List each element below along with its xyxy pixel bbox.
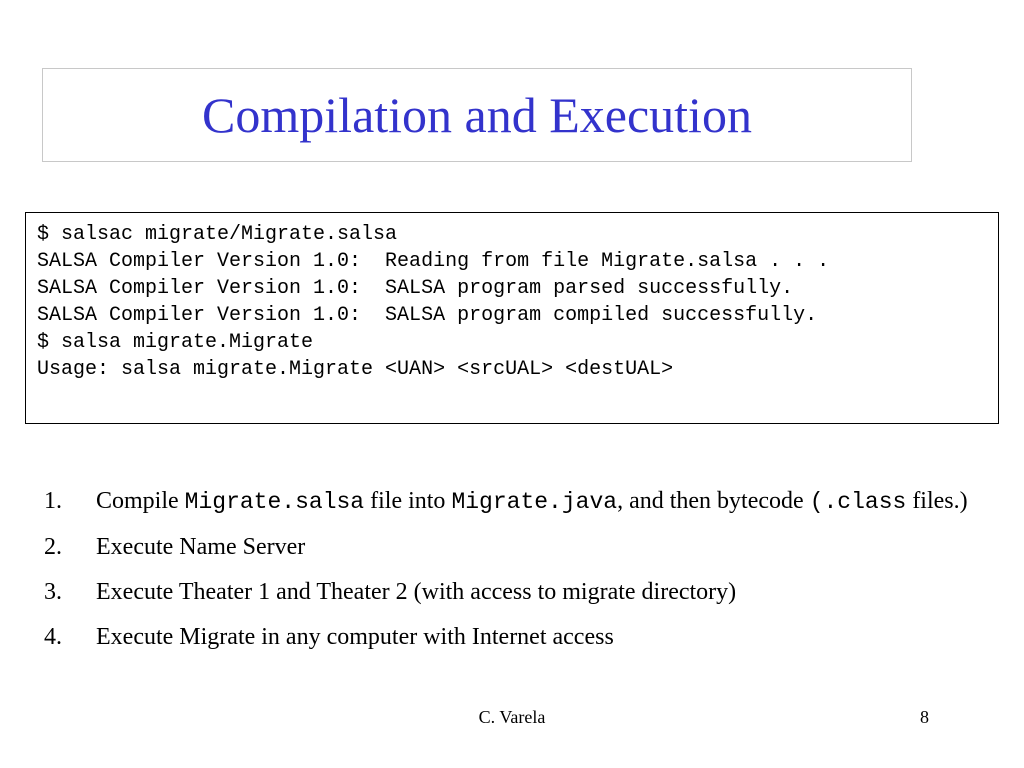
- list-item: 3. Execute Theater 1 and Theater 2 (with…: [44, 575, 984, 609]
- terminal-output-box: $ salsac migrate/Migrate.salsa SALSA Com…: [25, 212, 999, 424]
- step-code-part: Migrate.salsa: [184, 489, 365, 515]
- steps-list: 1. Compile Migrate.salsa file into Migra…: [44, 484, 984, 665]
- step-code-part: Migrate.java: [451, 489, 618, 515]
- list-item: 1. Compile Migrate.salsa file into Migra…: [44, 484, 984, 519]
- code-line: Usage: salsa migrate.Migrate <UAN> <srcU…: [37, 358, 674, 381]
- code-line: SALSA Compiler Version 1.0: SALSA progra…: [37, 277, 794, 300]
- step-text: Execute Migrate in any computer with Int…: [96, 624, 614, 650]
- step-text: Execute Theater 1 and Theater 2 (with ac…: [96, 579, 737, 605]
- step-text: Compile Migrate.salsa file into Migrate.…: [96, 484, 984, 519]
- slide-title: Compilation and Execution: [202, 87, 752, 143]
- step-number: 1.: [44, 488, 62, 514]
- footer-author: C. Varela: [478, 707, 546, 727]
- code-line: SALSA Compiler Version 1.0: Reading from…: [37, 250, 830, 273]
- list-item: 2. Execute Name Server: [44, 530, 984, 564]
- title-box: Compilation and Execution: [42, 68, 912, 162]
- code-line: $ salsa migrate.Migrate: [37, 331, 314, 354]
- step-text-part: file into: [364, 488, 452, 514]
- step-number: 3.: [44, 579, 62, 605]
- step-text-part: files.): [906, 488, 968, 514]
- step-number: 2.: [44, 534, 62, 560]
- page-number: 8: [920, 707, 929, 727]
- list-item: 4. Execute Migrate in any computer with …: [44, 620, 984, 654]
- step-text-part: , and then bytecode: [617, 488, 810, 514]
- step-text: Execute Name Server: [96, 534, 306, 560]
- step-text-part: Compile: [96, 488, 185, 514]
- code-line: SALSA Compiler Version 1.0: SALSA progra…: [37, 304, 818, 327]
- step-code-part: (.class: [809, 489, 907, 515]
- step-number: 4.: [44, 624, 62, 650]
- code-line: $ salsac migrate/Migrate.salsa: [37, 223, 398, 246]
